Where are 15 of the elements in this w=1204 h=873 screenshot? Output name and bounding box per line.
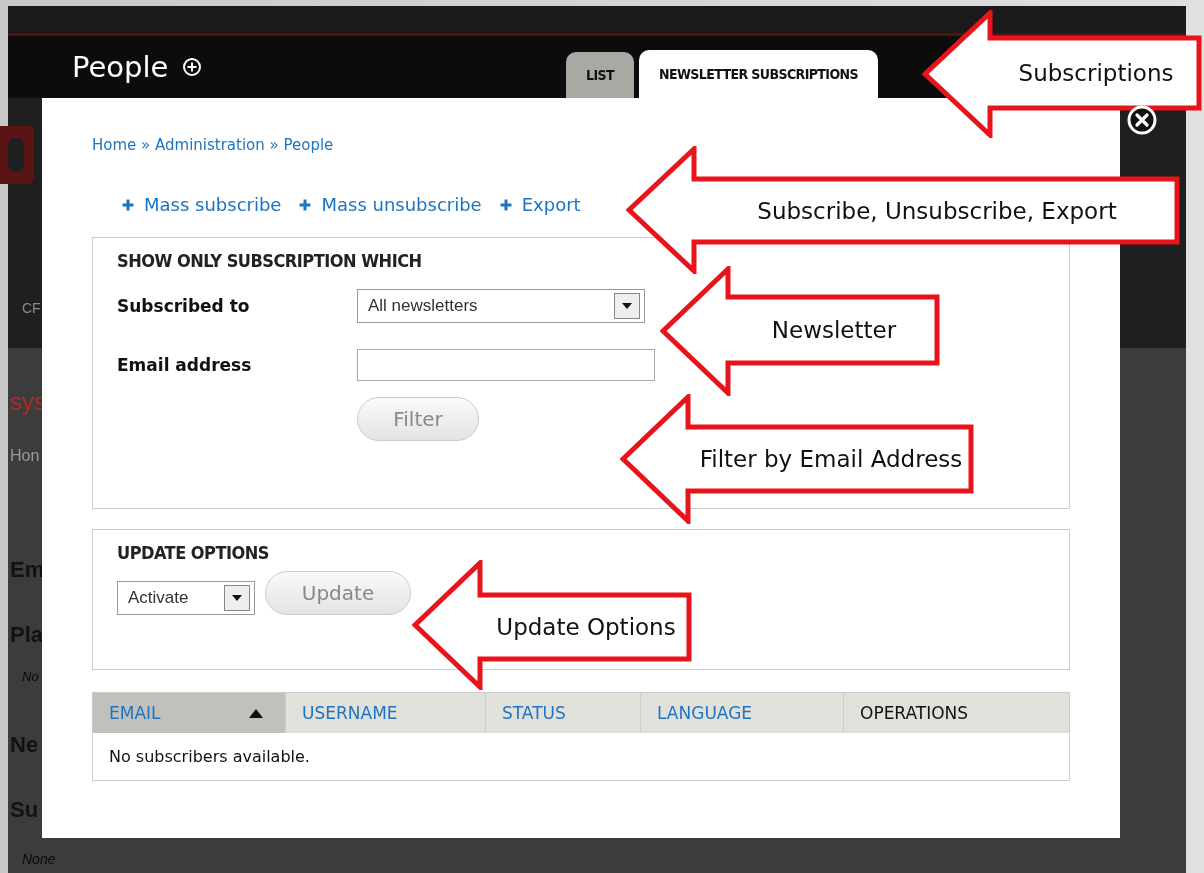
callout-label: Subscribe, Unsubscribe, Export [757,197,1117,224]
fieldset-legend: UPDATE OPTIONS [117,542,1045,563]
field-label: Email address [117,355,253,375]
callout-label: Update Options [496,614,676,640]
callout-label: Filter by Email Address [699,446,963,472]
table-cell-text: No subscribers available. [108,746,311,768]
callout-label: Subscriptions [1018,60,1174,86]
field-label: Subscribed to [117,296,251,316]
fieldset-legend: SHOW ONLY SUBSCRIPTION WHICH [117,250,1045,271]
column-header: OPERATIONS [859,702,970,725]
callout-label: Newsletter [771,317,897,343]
page-title: People [72,50,169,84]
breadcrumb: Home » Administration » People [92,136,335,154]
background-text: Hon [10,447,40,465]
background-text: CF [22,300,41,316]
